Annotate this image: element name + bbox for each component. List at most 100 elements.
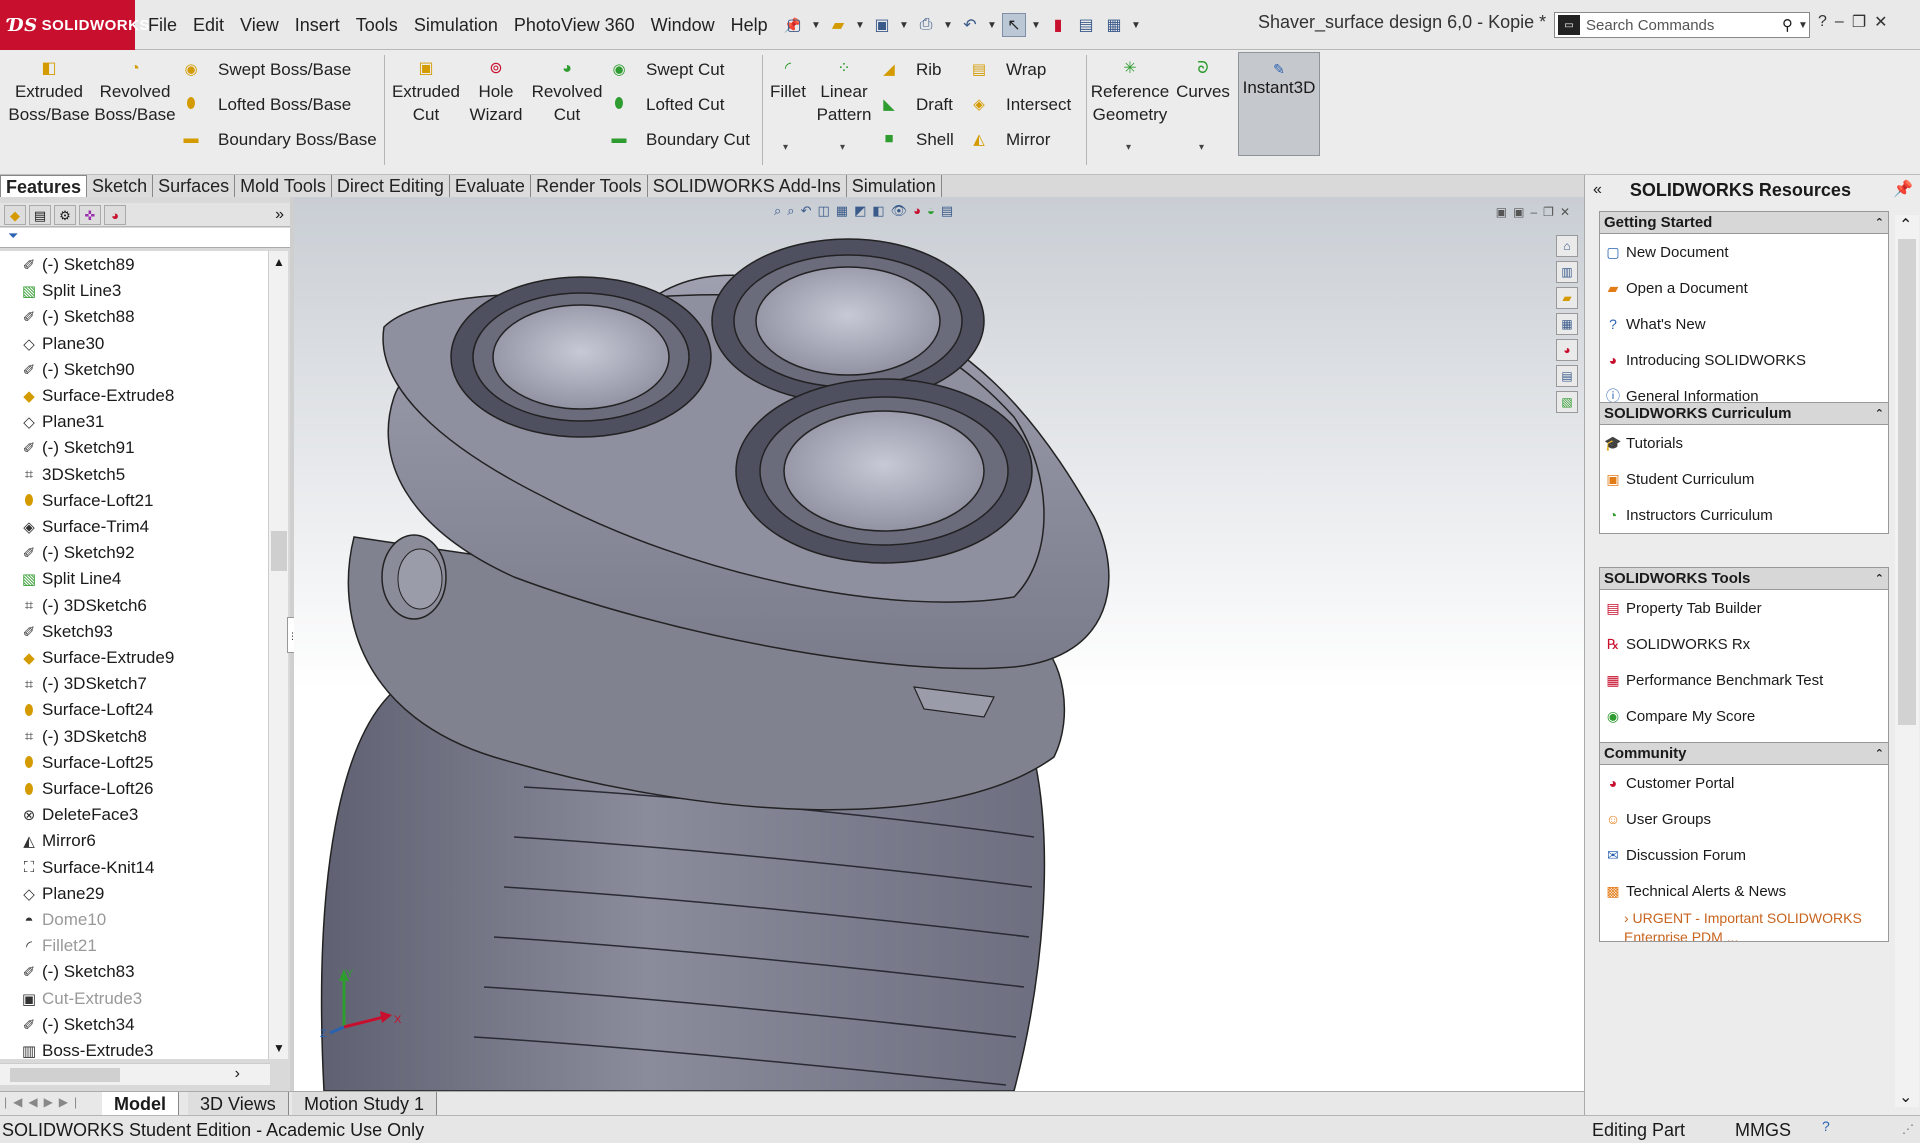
display-manager-tab-icon[interactable]: ◕ — [104, 204, 126, 225]
menu-insert[interactable]: Insert — [287, 15, 348, 36]
scroll-down-icon[interactable]: ⌄ — [1899, 1087, 1912, 1107]
design-library-tab-icon[interactable]: ▥ — [1556, 261, 1578, 283]
tree-item[interactable]: ⬮ Surface-Loft26 — [20, 776, 153, 802]
pattern-dropdown-icon[interactable]: ▾ — [840, 142, 845, 153]
status-units[interactable]: MMGS — [1735, 1120, 1791, 1141]
tree-item[interactable]: ▧ Split Line3 — [20, 278, 121, 304]
appearances-tab-icon[interactable]: ◕ — [1556, 339, 1578, 361]
tree-item[interactable]: ▣ Cut-Extrude3 — [20, 986, 142, 1012]
search-icon[interactable]: ⚲ — [1782, 16, 1793, 34]
boundary-boss-button[interactable]: ▬ Boundary Boss/Base — [180, 125, 377, 155]
resource-link[interactable]: ◉ Compare My Score — [1600, 698, 1888, 734]
help-icon[interactable]: ? — [1818, 13, 1827, 31]
viewport-restore-icon[interactable]: ❐ — [1543, 205, 1554, 219]
resource-link[interactable]: ▢ New Document — [1600, 234, 1888, 270]
tab-3d-views[interactable]: 3D Views — [188, 1092, 289, 1116]
tree-item[interactable]: ▥ Boss-Extrude3 — [20, 1038, 154, 1059]
custom-properties-tab-icon[interactable]: ▤ — [1556, 365, 1578, 387]
file-explorer-tab-icon[interactable]: ▰ — [1556, 287, 1578, 309]
boundary-cut-button[interactable]: ▬ Boundary Cut — [608, 125, 750, 155]
reference-geometry-button[interactable]: ✳ Reference Geometry — [1090, 56, 1170, 126]
feature-filter[interactable]: ⏷ — [0, 228, 290, 248]
viewport-close-icon[interactable]: ✕ — [1560, 205, 1570, 219]
scroll-right-icon[interactable]: › — [235, 1065, 240, 1083]
hscroll-thumb[interactable] — [10, 1068, 120, 1082]
view-palette-tab-icon[interactable]: ▦ — [1556, 313, 1578, 335]
tree-item[interactable]: ✐ (-) Sketch92 — [20, 540, 135, 566]
resources-tab-icon[interactable]: ⌂ — [1556, 235, 1578, 257]
rib-button[interactable]: ◢ Rib — [878, 55, 941, 85]
tab-motion-study[interactable]: Motion Study 1 — [292, 1092, 438, 1116]
news-link[interactable]: Enterprise PDM ... — [1600, 928, 1888, 941]
new-dropdown-icon[interactable]: ▼ — [810, 20, 822, 31]
tree-item[interactable]: ⬮ Surface-Loft24 — [20, 697, 153, 723]
resource-link[interactable]: ✉ Discussion Forum — [1600, 837, 1888, 873]
tree-item[interactable]: ⬮ Surface-Loft21 — [20, 488, 153, 514]
tree-item[interactable]: ⌗ 3DSketch5 — [20, 462, 125, 488]
search-dropdown-icon[interactable]: ▼ — [1797, 20, 1809, 31]
options-icon[interactable]: ▦ — [1102, 13, 1126, 37]
resource-link[interactable]: ◕ Introducing SOLIDWORKS — [1600, 342, 1888, 378]
curves-dropdown-icon[interactable]: ▾ — [1199, 142, 1204, 153]
tree-item[interactable]: ◇ Plane31 — [20, 409, 104, 435]
menu-view[interactable]: View — [232, 15, 287, 36]
task-pane-scrollbar[interactable]: ⌃ ⌄ — [1895, 215, 1919, 1107]
fillet-dropdown-icon[interactable]: ▾ — [783, 142, 788, 153]
close-icon[interactable]: ✕ — [1874, 12, 1887, 32]
tree-item[interactable]: ✐ (-) Sketch91 — [20, 435, 135, 461]
menu-tools[interactable]: Tools — [348, 15, 406, 36]
menu-window[interactable]: Window — [643, 15, 723, 36]
print-icon[interactable]: ⎙ — [914, 13, 938, 37]
reference-geometry-dropdown-icon[interactable]: ▾ — [1126, 142, 1131, 153]
scroll-down-icon[interactable]: ▼ — [273, 1041, 285, 1055]
tab-addins[interactable]: SOLIDWORKS Add-Ins — [647, 175, 847, 197]
search-commands-box[interactable]: ▭ Search Commands ⚲ ▼ — [1554, 12, 1810, 38]
scroll-up-icon[interactable]: ▲ — [273, 255, 285, 269]
shell-button[interactable]: ■ Shell — [878, 125, 953, 155]
tree-item[interactable]: ◜ Fillet21 — [20, 933, 97, 959]
extruded-boss-button[interactable]: ◧ Extruded Boss/Base — [6, 56, 92, 126]
restore-icon[interactable]: ❐ — [1852, 12, 1866, 32]
scroll-thumb[interactable] — [1898, 239, 1916, 725]
tab-nav-arrows-icon[interactable]: |◀◀▶▶| — [4, 1095, 83, 1109]
open-folder-icon[interactable]: ▰ — [826, 13, 850, 37]
save-icon[interactable]: ▣ — [870, 13, 894, 37]
tab-model[interactable]: Model — [102, 1092, 179, 1116]
search-commands-input[interactable]: Search Commands — [1586, 17, 1782, 34]
undo-icon[interactable]: ↶ — [958, 13, 982, 37]
tree-item[interactable]: ⊗ DeleteFace3 — [20, 802, 139, 828]
curves-button[interactable]: ᘐ Curves — [1174, 56, 1232, 103]
swept-cut-button[interactable]: ◉ Swept Cut — [608, 55, 724, 85]
minimize-icon[interactable]: – — [1835, 13, 1844, 31]
configuration-manager-tab-icon[interactable]: ⚙ — [54, 204, 76, 225]
extruded-cut-button[interactable]: ▣ Extruded Cut — [388, 56, 464, 126]
tree-item[interactable]: ✐ (-) Sketch90 — [20, 357, 135, 383]
menu-file[interactable]: File — [140, 15, 185, 36]
tree-item[interactable]: ✐ (-) Sketch83 — [20, 959, 135, 985]
collapse-group-icon[interactable]: ⌃ — [1875, 212, 1884, 234]
tree-item[interactable]: ◆ Surface-Extrude9 — [20, 645, 174, 671]
feature-manager-tab-icon[interactable]: ◆ — [4, 204, 26, 225]
expand-chevron-icon[interactable]: » — [275, 206, 284, 224]
feature-tree-hscrollbar[interactable]: › — [0, 1063, 270, 1085]
resource-link[interactable]: ☺ User Groups — [1600, 801, 1888, 837]
collapse-group-icon[interactable]: ⌃ — [1875, 568, 1884, 590]
resource-link[interactable]: ℞ SOLIDWORKS Rx — [1600, 626, 1888, 662]
menu-simulation[interactable]: Simulation — [406, 15, 506, 36]
scroll-thumb[interactable] — [271, 531, 287, 571]
tree-item[interactable]: ◇ Plane30 — [20, 331, 104, 357]
resource-link[interactable]: ◔ Instructors Curriculum — [1600, 497, 1888, 533]
tree-item[interactable]: ⬮ Surface-Loft25 — [20, 750, 153, 776]
tab-simulation[interactable]: Simulation — [846, 175, 942, 197]
collapse-group-icon[interactable]: ⌃ — [1875, 403, 1884, 425]
tree-item[interactable]: ⌗ (-) 3DSketch8 — [20, 724, 147, 750]
tab-render-tools[interactable]: Render Tools — [530, 175, 648, 197]
tab-evaluate[interactable]: Evaluate — [449, 175, 531, 197]
tree-item[interactable]: ⌗ (-) 3DSketch6 — [20, 593, 147, 619]
news-link[interactable]: › URGENT - Important SOLIDWORKS — [1600, 909, 1888, 928]
tree-item[interactable]: ◇ Plane29 — [20, 881, 104, 907]
revolved-boss-button[interactable]: ◔ Revolved Boss/Base — [92, 56, 178, 126]
tree-item[interactable]: ◆ Surface-Extrude8 — [20, 383, 174, 409]
file-properties-icon[interactable]: ▤ — [1074, 13, 1098, 37]
dynamic-annotation-icon[interactable]: ▦ — [836, 203, 848, 219]
